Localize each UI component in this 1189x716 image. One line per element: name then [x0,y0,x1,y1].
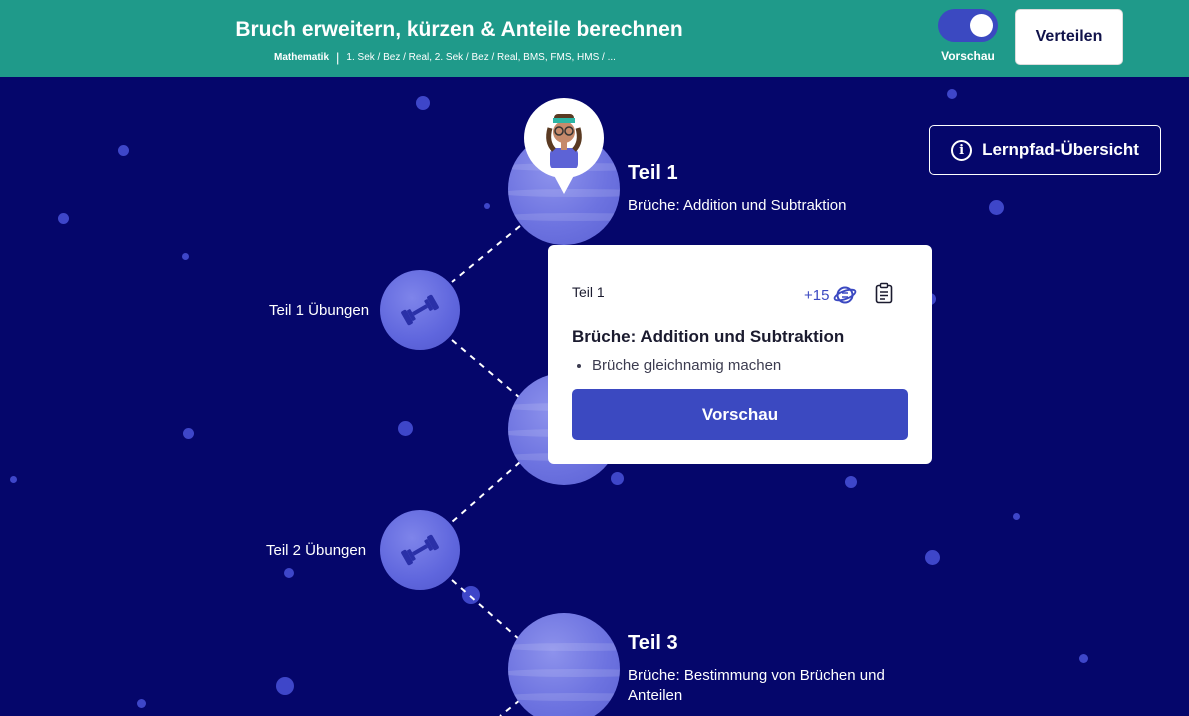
avatar-pin [524,98,604,196]
learning-path-overview-button[interactable]: i Lernpfad-Übersicht [929,125,1161,175]
clipboard-icon[interactable] [874,282,894,304]
teil-3-subtitle-line-1: Brüche: Bestimmung von Brüchen und [628,667,885,684]
teil-3-subtitle-line-2: Anteilen [628,687,683,704]
part-popup-card: Teil 1 +15 Brüche: Addition und Subtrakt… [548,245,932,464]
student-avatar-icon [546,114,582,170]
popup-preview-button[interactable]: Vorschau [572,389,908,440]
avatar [524,98,604,178]
teil-1-subtitle: Brüche: Addition und Subtraktion [628,197,847,214]
popup-part-label: Teil 1 [572,284,605,300]
points-value: +15 [804,286,830,304]
planet-teil-3[interactable] [508,613,620,716]
teil-3-title: Teil 3 [628,632,678,654]
teil-1-uebungen-label: Teil 1 Übungen [269,302,370,319]
info-icon: i [951,139,973,161]
teil-2-uebungen-label: Teil 2 Übungen [266,542,367,559]
popup-points: +15 [804,283,857,307]
dumbbell-icon [401,534,439,566]
popup-topic-list: Brüche gleichnamig machen [592,357,781,374]
teil-1-title: Teil 1 [628,162,678,184]
popup-heading: Brüche: Addition und Subtraktion [572,327,845,346]
teil-3-subtitle: Brüche: Bestimmung von Brüchen und Antei… [628,666,885,706]
dumbbell-icon [401,294,439,326]
planet-teil-2-uebungen[interactable] [380,510,460,590]
popup-topic-item: Brüche gleichnamig machen [592,357,781,374]
overview-button-label: Lernpfad-Übersicht [982,140,1139,159]
coin-orbit-icon [834,286,857,304]
planet-teil-1-uebungen[interactable] [380,270,460,350]
